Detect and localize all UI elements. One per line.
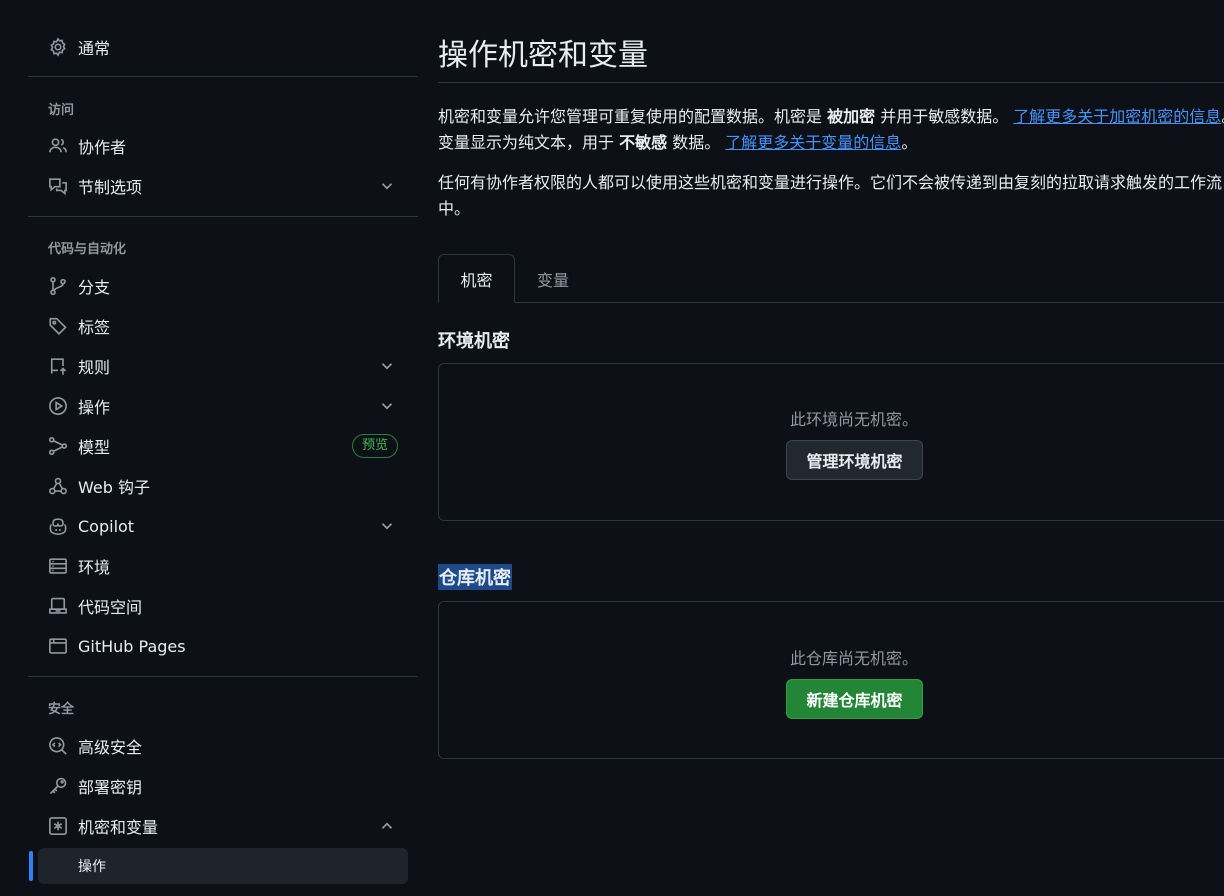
sidebar-item-pages[interactable]: GitHub Pages [38, 628, 408, 664]
sidebar-item-webhooks[interactable]: Web 钩子 [38, 468, 408, 504]
sidebar-item-label: 标签 [78, 318, 111, 337]
sidebar-item-deploy-keys[interactable]: 部署密钥 [38, 768, 408, 804]
sidebar-item-environments[interactable]: 环境 [38, 548, 408, 584]
section-heading-security: 安全 [48, 702, 75, 717]
sidebar-item-actions[interactable]: 操作 [38, 388, 408, 424]
permissions-note: 任何有协作者权限的人都可以使用这些机密和变量进行操作。它们不会被传递到由复刻的拉… [438, 173, 1223, 218]
sidebar-item-label: Copilot [78, 516, 135, 536]
title-divider [438, 82, 1224, 83]
sidebar-subitem-actions[interactable]: 操作 [38, 848, 408, 884]
webhook-icon [48, 476, 68, 496]
sidebar-item-label: 操作 [78, 859, 106, 875]
sidebar-item-label: 部署密钥 [78, 778, 143, 797]
sidebar-item-label: 代码空间 [78, 598, 143, 617]
env-secrets-title: 环境机密 [438, 331, 510, 352]
sidebar-item-label: 规则 [78, 358, 111, 377]
new-repo-secret-button[interactable]: 新建仓库机密 [786, 679, 923, 719]
tab-variables[interactable]: 变量 [516, 254, 590, 303]
sidebar-item-copilot[interactable]: Copilot [38, 508, 408, 544]
section-heading-code-automation: 代码与自动化 [48, 242, 127, 257]
repo-secrets-title: 仓库机密 [438, 564, 512, 590]
gear-icon [48, 37, 68, 57]
key-icon [48, 776, 68, 796]
manage-env-secrets-button[interactable]: 管理环境机密 [786, 440, 923, 480]
sidebar-item-label: 协作者 [78, 138, 127, 157]
main-content: 操作机密和变量 机密和变量允许您管理可重复使用的配置数据。机密是 被加密 并用于… [438, 0, 1224, 896]
repo-push-icon [48, 356, 68, 376]
chevron-down-icon[interactable] [378, 517, 396, 535]
codescan-icon [48, 736, 68, 756]
sidebar-item-label: 分支 [78, 278, 111, 297]
sidebar-divider [28, 676, 418, 677]
description-emphasis: 不敏感 [619, 133, 668, 152]
asterisk-icon [48, 816, 68, 836]
active-indicator [29, 851, 33, 881]
sidebar-item-advanced-security[interactable]: 高级安全 [38, 728, 408, 764]
play-icon [48, 396, 68, 416]
chevron-up-icon[interactable] [378, 817, 396, 835]
preview-badge: 预览 [351, 434, 398, 458]
sidebar-item-tags[interactable]: 标签 [38, 308, 408, 344]
chevron-down-icon[interactable] [378, 397, 396, 415]
description-text: 机密和变量允许您管理可重复使用的配置数据。机密是 [438, 107, 828, 126]
sidebar-item-label: GitHub Pages [78, 636, 186, 656]
sidebar-item-label: Web 钩子 [78, 478, 150, 497]
description-paragraph: 机密和变量允许您管理可重复使用的配置数据。机密是 被加密 并用于敏感数据。 了解… [438, 104, 1224, 156]
learn-more-variables-link[interactable]: 了解更多关于变量的信息 [725, 133, 901, 152]
sidebar-item-secrets-variables[interactable]: 机密和变量 [38, 808, 408, 844]
sidebar-item-label: 操作 [78, 398, 111, 417]
tag-icon [48, 316, 68, 336]
learn-more-secrets-link[interactable]: 了解更多关于加密机密的信息 [1013, 107, 1221, 126]
sidebar-item-codespaces[interactable]: 代码空间 [38, 588, 408, 624]
description-emphasis: 被加密 [827, 107, 876, 126]
sidebar-item-models[interactable]: 模型 预览 [38, 428, 408, 464]
sidebar-divider [28, 76, 418, 77]
chevron-down-icon[interactable] [378, 357, 396, 375]
server-icon [48, 556, 68, 576]
repo-secrets-empty-text: 此仓库尚无机密。 [789, 649, 918, 668]
sidebar-divider [28, 216, 418, 217]
sidebar-item-label: 环境 [78, 558, 111, 577]
sidebar-item-label: 通常 [78, 39, 111, 58]
settings-sidebar: 通常 访问 协作者 节制选项 代码与自动化 分支 标签 规则 操作 模型 预览 … [0, 0, 420, 896]
sidebar-item-label: 节制选项 [78, 178, 143, 197]
description-text: 并用于敏感数据。 [875, 107, 1014, 126]
sidebar-item-general[interactable]: 通常 [38, 29, 408, 65]
description-text: 。 [901, 133, 918, 152]
section-heading-access: 访问 [48, 103, 75, 118]
sidebar-item-label: 高级安全 [78, 738, 143, 757]
browser-icon [48, 636, 68, 656]
sidebar-item-collaborators[interactable]: 协作者 [38, 128, 408, 164]
sidebar-item-label: 机密和变量 [78, 818, 159, 837]
sidebar-item-rules[interactable]: 规则 [38, 348, 408, 384]
people-icon [48, 136, 68, 156]
description-text: 数据。 [667, 133, 726, 152]
comment-discussion-icon [48, 176, 68, 196]
sidebar-item-label: 模型 [78, 438, 111, 457]
git-branch-icon [48, 276, 68, 296]
sidebar-item-branches[interactable]: 分支 [38, 268, 408, 304]
chevron-down-icon[interactable] [378, 177, 396, 195]
env-secrets-empty-text: 此环境尚无机密。 [789, 410, 918, 429]
page-title: 操作机密和变量 [438, 38, 648, 73]
copilot-icon [48, 516, 68, 536]
model-icon [48, 436, 68, 456]
codespaces-icon [48, 596, 68, 616]
tab-secrets[interactable]: 机密 [438, 254, 515, 303]
sidebar-item-moderation[interactable]: 节制选项 [38, 168, 408, 204]
